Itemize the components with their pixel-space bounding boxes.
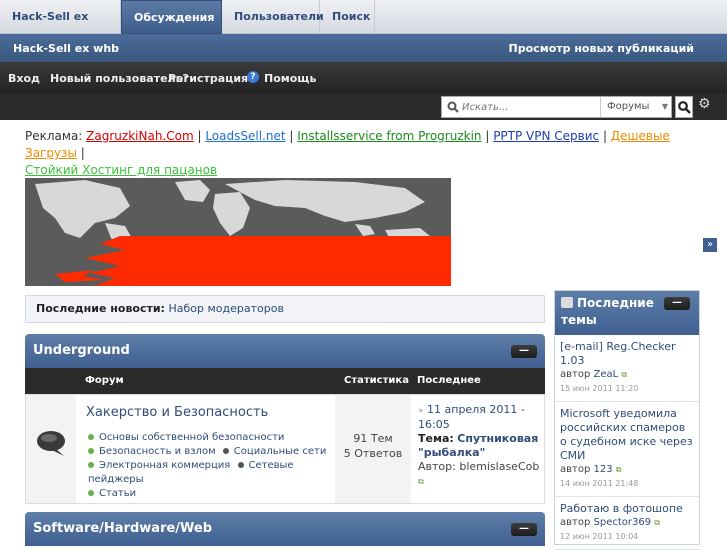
news-link[interactable]: Набор модераторов xyxy=(168,302,283,315)
search-input[interactable] xyxy=(462,99,592,115)
gear-icon[interactable]: ⚙ xyxy=(698,96,711,112)
last-post-date[interactable]: 11 апреля 2011 - 16:05 xyxy=(418,403,525,431)
recent-topic-item: Microsoft уведомила российских спамеров … xyxy=(555,402,699,497)
category-software[interactable]: Software/Hardware/Web — xyxy=(25,512,545,546)
forum-title-link[interactable]: Хакерство и Безопасность xyxy=(86,405,268,420)
news-label: Последние новости: xyxy=(36,302,165,315)
search-scope-value: Форумы xyxy=(607,101,650,112)
ad-link[interactable]: LoadsSell.net xyxy=(205,129,285,143)
ad-link[interactable]: Стойкий Хостинг для пацанов xyxy=(25,163,217,177)
status-dot-icon xyxy=(88,490,94,496)
site-header: Hack-Sell ex whb Просмотр новых публикац… xyxy=(0,34,727,62)
author-link[interactable]: 123 xyxy=(594,464,613,475)
external-link-icon[interactable]: ⧉ xyxy=(621,370,627,379)
chevron-down-icon: ▼ xyxy=(661,102,668,111)
recent-topics-title: Последние темы xyxy=(561,296,654,327)
forum-row: Хакерство и Безопасность Основы собствен… xyxy=(25,394,545,504)
user-bar: Вход Новый пользователь? Регистрация ? П… xyxy=(0,62,727,94)
speech-bubble-icon xyxy=(37,431,65,456)
col-forum: Форум xyxy=(85,375,124,386)
top-tab-bar: Hack-Sell ex whb Обсуждения Пользователи… xyxy=(0,0,727,57)
search-submit-button[interactable] xyxy=(675,96,693,118)
status-dot-icon xyxy=(237,462,244,468)
ad-link[interactable]: Installsservice from Progruzkin xyxy=(297,129,481,143)
last-topic-label: Тема: xyxy=(418,432,454,445)
collapse-button[interactable]: — xyxy=(511,345,537,358)
ads-label: Реклама: xyxy=(25,129,83,143)
recent-topic-date: 15 июн 2011 11:20 xyxy=(560,384,639,393)
new-posts-link[interactable]: Просмотр новых публикаций xyxy=(509,42,694,55)
recent-topic-link[interactable]: [e-mail] Reg.Checker 1.03 xyxy=(560,340,694,368)
author-label: автор xyxy=(560,464,591,475)
replies-count: 5 Ответов xyxy=(343,447,403,460)
author-link[interactable]: ZeaL xyxy=(594,369,619,380)
recent-topic-item: [e-mail] Reg.Checker 1.03 автор ZeaL ⧉ 1… xyxy=(555,335,699,402)
subforum-link[interactable]: Безопасность и взлом xyxy=(88,446,216,457)
forum-stats-cell: 91 Тем 5 Ответов xyxy=(335,395,411,503)
expand-sidebar-icon[interactable]: » xyxy=(703,238,717,252)
help-link[interactable]: Помощь xyxy=(264,72,316,85)
status-dot-icon xyxy=(88,434,94,440)
recent-topic-link[interactable]: Работаю в фотошопе xyxy=(560,502,694,516)
subforum-list: Основы собственной безопасности Безопасн… xyxy=(88,431,338,501)
recent-topic-item: Работаю в фотошопе автор Spector369 ⧉ 12… xyxy=(555,497,699,550)
subforum-link[interactable]: Статьи xyxy=(88,488,136,499)
tab-search[interactable]: Поиск xyxy=(320,0,375,34)
subforum-link[interactable]: Основы собственной безопасности xyxy=(88,432,284,443)
col-stats: Статистика xyxy=(344,375,409,386)
author-label: автор xyxy=(560,369,591,380)
last-author-link[interactable]: blemislaseCob xyxy=(459,460,539,473)
author-link[interactable]: Spector369 xyxy=(594,517,652,528)
author-label: автор xyxy=(560,517,591,528)
tab-users[interactable]: Пользователи xyxy=(222,0,324,34)
site-title[interactable]: Hack-Sell ex whb xyxy=(13,42,119,55)
collapse-button[interactable]: — xyxy=(664,297,690,310)
last-post-cell: » 11 апреля 2011 - 16:05 Тема: Спутников… xyxy=(418,403,542,489)
external-link-icon[interactable]: ⧉ xyxy=(616,465,622,474)
status-dot-icon xyxy=(88,448,94,454)
last-author-label: Автор: xyxy=(418,460,456,473)
topics-count: 91 Тем xyxy=(353,432,393,445)
category-underground[interactable]: Underground — xyxy=(25,334,545,368)
status-dot-icon xyxy=(88,462,94,468)
subforum-link[interactable]: Социальные сети xyxy=(222,446,326,457)
help-icon: ? xyxy=(247,71,259,83)
search-scope-select[interactable]: Форумы ▼ xyxy=(600,97,672,117)
search-icon xyxy=(678,101,691,114)
category-title[interactable]: Underground xyxy=(33,343,130,358)
forum-icon-cell xyxy=(26,395,76,503)
external-link-icon[interactable]: ⧉ xyxy=(654,518,660,527)
ads-block: Реклама: ZagruzkiNah.Com | LoadsSell.net… xyxy=(25,129,670,177)
search-box: Форумы ▼ xyxy=(441,96,672,118)
recent-topic-date: 14 июн 2011 21:48 xyxy=(560,479,639,488)
login-link[interactable]: Вход xyxy=(8,72,40,85)
collapse-button[interactable]: — xyxy=(511,523,537,536)
register-link[interactable]: Регистрация xyxy=(168,72,248,85)
world-map-banner xyxy=(25,178,451,286)
topics-icon xyxy=(561,297,573,308)
search-icon xyxy=(447,101,459,113)
tab-home[interactable]: Hack-Sell ex whb xyxy=(0,0,121,57)
banner-image[interactable] xyxy=(25,178,451,286)
forum-table-header: Форум Статистика Последнее сообщение xyxy=(25,368,545,412)
tab-discussions[interactable]: Обсуждения xyxy=(121,0,222,34)
recent-topic-link[interactable]: Microsoft уведомила российских спамеров … xyxy=(560,407,694,463)
recent-topics-header: Последние темы — xyxy=(555,291,699,335)
external-link-icon[interactable]: ⧉ xyxy=(418,477,424,486)
category-title[interactable]: Software/Hardware/Web xyxy=(33,521,212,536)
recent-topics-panel: Последние темы — [e-mail] Reg.Checker 1.… xyxy=(554,290,700,550)
ad-link[interactable]: ZagruzkiNah.Com xyxy=(86,129,193,143)
jump-arrow-icon[interactable]: » xyxy=(418,406,424,416)
ad-link[interactable]: PPTP VPN Сервис xyxy=(493,129,599,143)
latest-news-bar: Последние новости: Набор модераторов xyxy=(25,295,545,323)
subforum-link[interactable]: Электронная коммерция xyxy=(88,460,230,471)
recent-topic-date: 12 июн 2011 10:04 xyxy=(560,532,639,541)
status-dot-icon xyxy=(222,448,229,454)
